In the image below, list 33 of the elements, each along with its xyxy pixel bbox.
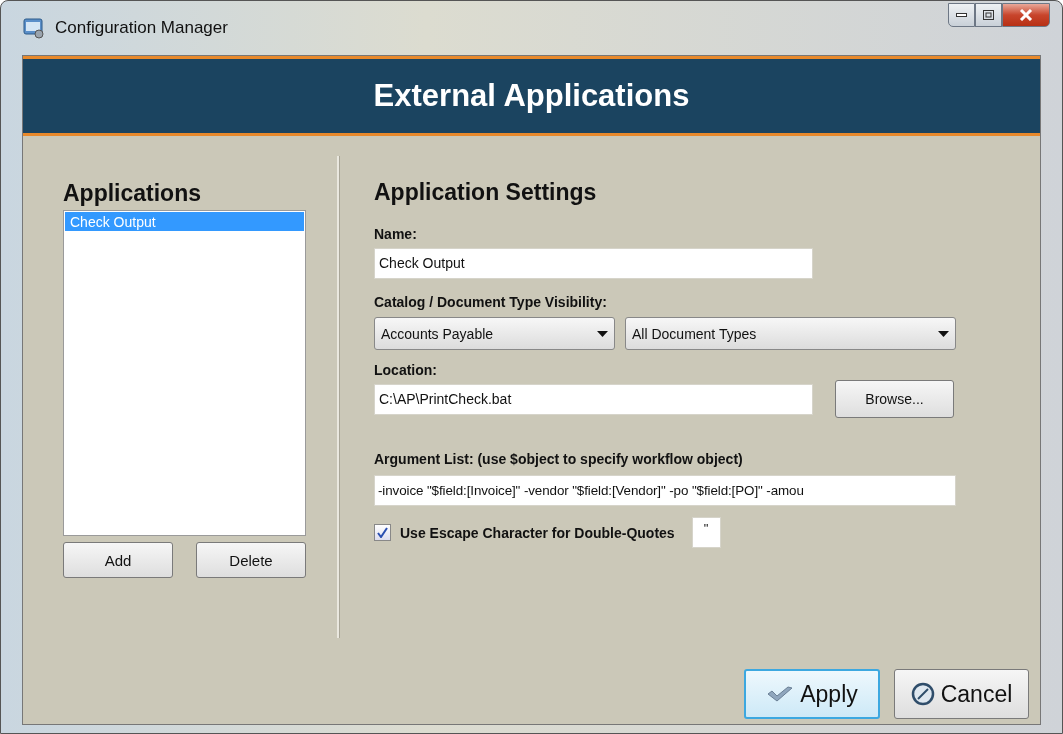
argument-field[interactable]: -invoice "$field:[Invoice]" -vendor "$field:[Vendor]" -po "$field:[PO]" -amou xyxy=(374,475,956,506)
check-icon xyxy=(377,527,388,538)
apply-button[interactable]: Apply xyxy=(744,669,880,719)
page-title: External Applications xyxy=(373,78,690,114)
maximize-icon xyxy=(983,10,994,20)
field-label: Argument List: (use $object to specify workflow object) xyxy=(374,451,744,467)
minimize-button[interactable] xyxy=(948,3,975,27)
name-field[interactable]: Check Output xyxy=(374,248,813,279)
checkbox-label: Use Escape Character for Double-Quotes xyxy=(400,524,675,541)
delete-button[interactable]: Delete xyxy=(196,542,306,578)
section-heading: Application Settings xyxy=(374,179,598,205)
close-icon xyxy=(1019,9,1033,21)
close-button[interactable] xyxy=(1002,3,1050,27)
field-label: Name: xyxy=(374,226,418,242)
add-button[interactable]: Add xyxy=(63,542,173,578)
section-heading: Applications xyxy=(63,180,202,206)
checkbox[interactable] xyxy=(374,524,391,541)
minimize-icon xyxy=(956,13,967,17)
cancel-button[interactable]: Cancel xyxy=(894,669,1029,719)
maximize-button[interactable] xyxy=(975,3,1002,27)
escape-character-field[interactable]: " xyxy=(691,517,721,548)
caret-icon xyxy=(938,330,949,337)
catalog-dropdown[interactable]: Accounts Payable xyxy=(374,317,615,350)
cancel-icon xyxy=(910,682,935,706)
caret-icon xyxy=(597,330,608,337)
window-title: Configuration Manager xyxy=(55,18,229,38)
browse-button[interactable]: Browse... xyxy=(835,380,954,418)
checkmark-icon xyxy=(766,685,795,703)
location-field[interactable]: C:\AP\PrintCheck.bat xyxy=(374,383,813,415)
document-type-dropdown[interactable]: All Document Types xyxy=(625,317,956,350)
field-label: Catalog / Document Type Visibility: xyxy=(374,294,608,310)
field-label: Location: xyxy=(374,362,438,378)
app-icon xyxy=(23,17,45,39)
